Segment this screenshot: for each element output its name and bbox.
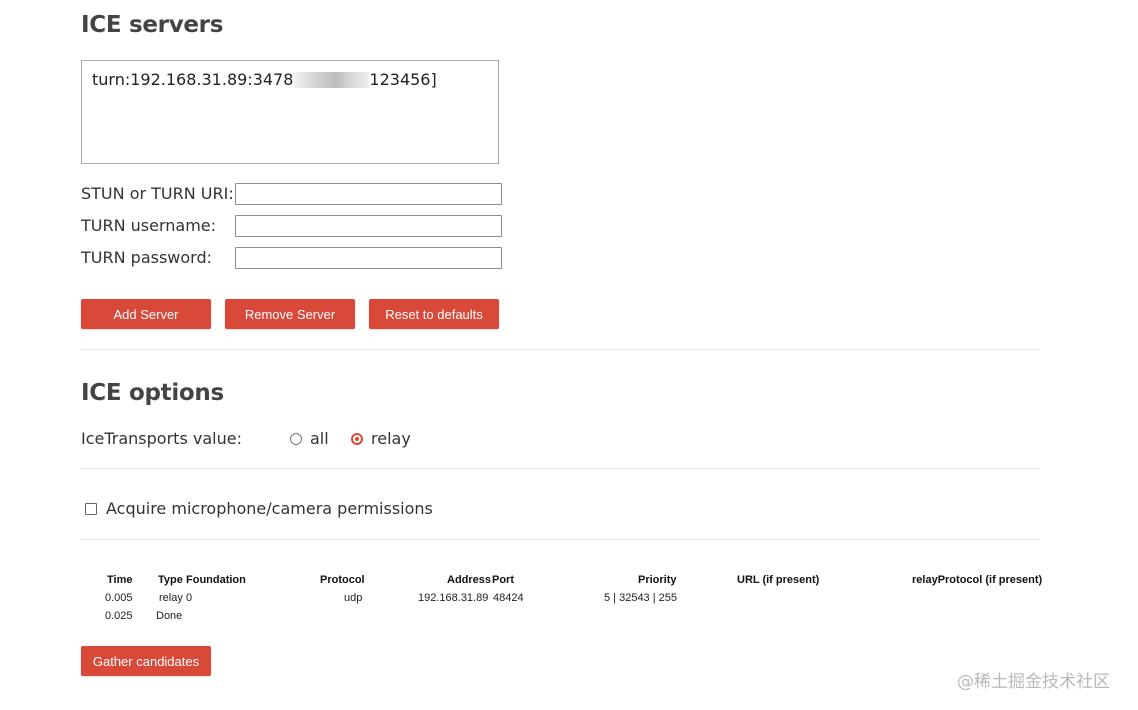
cell-port: 48424 [493,592,524,604]
permissions-label: Acquire microphone/camera permissions [106,499,433,518]
cell-status: Done [156,610,183,622]
header-foundation: Foundation [186,574,246,586]
radio-option-all[interactable]: all [290,429,329,448]
cell-time: 0.025 [105,610,133,622]
redacted-blur [294,71,370,88]
cell-priority: 5 | 32543 | 255 [604,592,677,604]
server-list-item[interactable]: turn:192.168.31.89:3478 123456] [92,70,437,89]
checkbox-icon[interactable] [85,502,97,515]
header-relay-protocol: relayProtocol (if present) [912,574,1043,586]
gather-candidates-button[interactable]: Gather candidates [81,646,211,676]
divider [81,468,1040,469]
uri-label: STUN or TURN URI: [81,184,234,203]
header-protocol: Protocol [320,574,365,586]
ice-options-heading: ICE options [81,380,224,406]
divider [81,349,1040,350]
header-priority: Priority [638,574,677,586]
username-input[interactable] [235,215,502,237]
cell-protocol: udp [344,592,363,604]
header-url: URL (if present) [737,574,820,586]
server-entry-credential: 123456] [369,70,437,89]
header-time: Time [107,574,133,586]
watermark: @稀土掘金技术社区 [957,672,1110,692]
cell-time: 0.005 [105,592,133,604]
radio-relay-selected-icon[interactable] [351,432,363,445]
password-label: TURN password: [81,248,213,267]
cell-type: relay [159,592,183,604]
divider [81,539,1040,540]
add-server-button[interactable]: Add Server [81,299,211,329]
header-port: Port [492,574,514,586]
radio-relay-label: relay [371,429,411,448]
radio-option-relay[interactable]: relay [351,429,411,448]
cell-address: 192.168.31.89 [418,592,489,604]
ice-transports-label: IceTransports value: [81,429,242,448]
cell-foundation: 0 [186,592,193,604]
username-label: TURN username: [81,216,217,235]
server-list[interactable]: turn:192.168.31.89:3478 123456] [81,60,499,164]
password-input[interactable] [235,247,502,269]
radio-all-label: all [310,429,329,448]
server-entry-uri: turn:192.168.31.89:3478 [92,70,294,89]
reset-defaults-button[interactable]: Reset to defaults [369,299,499,329]
permissions-option[interactable]: Acquire microphone/camera permissions [85,499,433,518]
radio-all-circle-icon[interactable] [290,432,302,445]
header-type: Type [158,574,183,586]
ice-servers-heading: ICE servers [81,12,224,38]
header-address: Address [447,574,492,586]
uri-input[interactable] [235,183,502,205]
remove-server-button[interactable]: Remove Server [225,299,355,329]
